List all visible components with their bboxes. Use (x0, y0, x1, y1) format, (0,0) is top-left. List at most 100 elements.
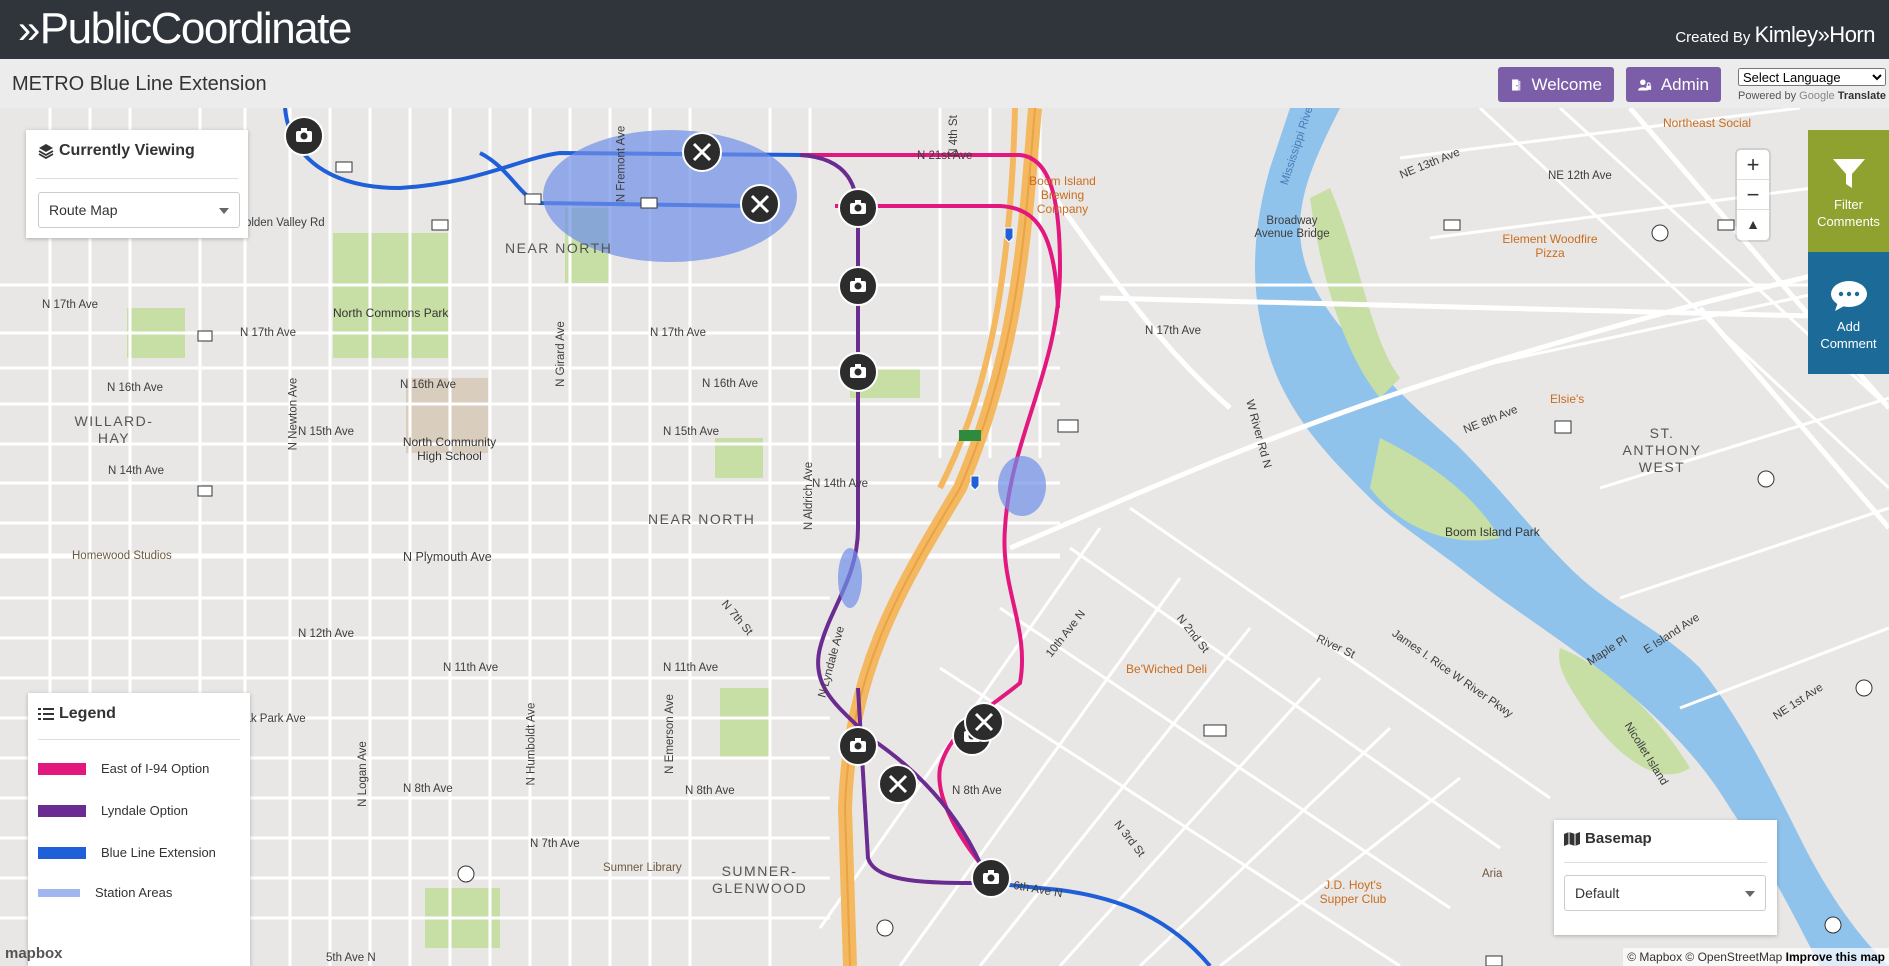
tools-marker (682, 132, 722, 172)
area-label: NEAR NORTH (505, 240, 613, 256)
list-icon (38, 708, 54, 720)
street-label: N 14th Ave (812, 478, 869, 490)
poi-label: Elsie's (1550, 392, 1585, 406)
street-label: N 11th Ave (443, 662, 499, 674)
legend-item-lyndale: Lyndale Option (38, 803, 188, 818)
language-selector: Select Language Powered by Google Transl… (1738, 68, 1886, 102)
street-label: N Aldrich Ave (803, 461, 816, 531)
tools-marker (964, 702, 1004, 742)
street-label: N Newton Ave (287, 377, 300, 451)
poi-label: Sumner Library (603, 862, 682, 874)
street-label: 5th Ave N (326, 952, 376, 964)
tools-marker (740, 184, 780, 224)
camera-marker (838, 188, 878, 228)
street-label: N 15th Ave (298, 426, 355, 438)
public-coordinate-logo[interactable]: »PublicCoordinate (18, 4, 352, 54)
street-label: N 17th Ave (240, 327, 297, 339)
street-label: N Girard Ave (554, 321, 567, 387)
route-map[interactable]: NEAR NORTH WILLARD-HAY NEAR NORTH SUMNER… (0, 108, 1889, 966)
page-title: METRO Blue Line Extension (12, 73, 267, 95)
poi-label: Element Woodfire Pizza (1502, 232, 1598, 260)
street-label: N 12th Ave (298, 628, 355, 640)
admin-button[interactable]: Admin (1626, 67, 1721, 102)
street-label: N 11th Ave (663, 662, 719, 674)
legend-panel: Legend East of I-94 Option Lyndale Optio… (28, 693, 250, 966)
tools-marker (878, 764, 918, 804)
camera-marker (971, 858, 1011, 898)
poi-label: Boom Island Brewing Company (1029, 174, 1096, 216)
camera-marker (838, 352, 878, 392)
camera-marker (838, 726, 878, 766)
camera-marker (838, 266, 878, 306)
camera-marker (284, 116, 324, 156)
comment-icon (1830, 281, 1867, 311)
street-label: N 16th Ave (400, 379, 457, 391)
street-label: N 7th Ave (530, 838, 580, 850)
zoom-controls: + − ▲ (1737, 150, 1769, 240)
north-commons-park (333, 233, 448, 358)
mapbox-logo[interactable]: mapbox (5, 945, 63, 962)
legend-item-east-of-i94: East of I-94 Option (38, 761, 209, 776)
legend-title: Legend (38, 705, 116, 723)
area-label: SUMNER-GLENWOOD (712, 863, 808, 896)
street-label: N Logan Ave (356, 741, 369, 807)
filter-comments-button[interactable]: Filter Comments (1808, 130, 1889, 252)
basemap-panel: Basemap Default (1554, 820, 1777, 935)
user-lock-icon (1638, 78, 1652, 91)
street-label: Golden Valley Rd (236, 217, 325, 229)
layers-icon (38, 144, 54, 159)
compass-button[interactable]: ▲ (1737, 210, 1769, 239)
map-attribution: © Mapbox © OpenStreetMap Improve this ma… (1623, 948, 1889, 966)
area-label: NEAR NORTH (648, 511, 756, 527)
improve-map-link[interactable]: Improve this map (1786, 950, 1885, 964)
street-label: N 17th Ave (650, 327, 707, 339)
area-label: ST. ANTHONY WEST (1622, 425, 1702, 475)
welcome-button[interactable]: Welcome (1498, 67, 1614, 102)
street-label: N Fremont Ave (615, 125, 628, 203)
legend-swatch (38, 846, 86, 859)
street-label: NE 12th Ave (1548, 170, 1612, 182)
language-select[interactable]: Select Language (1738, 68, 1886, 86)
street-label: N Humboldt Ave (525, 702, 538, 786)
street-label: N 4th St (947, 115, 960, 157)
park-label: North Community High School (402, 435, 497, 463)
view-select[interactable]: Route Map (38, 192, 240, 228)
chevron-down-icon (219, 208, 229, 214)
street-label: N 16th Ave (702, 378, 759, 390)
station-area-lyndale (838, 548, 862, 608)
project-header: METRO Blue Line Extension Welcome Admin … (0, 59, 1889, 109)
street-label: N 14th Ave (108, 465, 165, 477)
street-label: N 15th Ave (663, 426, 720, 438)
zoom-out-button[interactable]: − (1737, 180, 1769, 210)
created-by-credit: Created By Kimley»Horn (1675, 22, 1875, 47)
street-label: N 16th Ave (107, 382, 164, 394)
poi-label: Aria (1482, 868, 1503, 880)
downtown-grid (818, 506, 1551, 966)
zoom-in-button[interactable]: + (1737, 150, 1769, 180)
powered-by-google: Powered by Google Translate (1738, 90, 1887, 102)
park-label: North Commons Park (333, 306, 449, 320)
map-icon (1564, 831, 1580, 846)
street-label: N 17th Ave (42, 299, 99, 311)
basemap-select[interactable]: Default (1564, 875, 1766, 911)
currently-viewing-title: Currently Viewing (38, 142, 195, 160)
legend-item-station-areas: Station Areas (38, 885, 172, 900)
legend-swatch (38, 762, 86, 775)
poi-label: J.D. Hoyt's Supper Club (1319, 878, 1387, 906)
street-label: N 8th Ave (403, 783, 453, 795)
add-comment-button[interactable]: Add Comment (1808, 252, 1889, 374)
small-park-6 (720, 688, 770, 758)
street-label: N 17th Ave (1145, 325, 1202, 337)
top-bar: »PublicCoordinate Created By Kimley»Horn (0, 0, 1889, 59)
street-label: Broadway Avenue Bridge (1254, 215, 1330, 240)
poi-label: Be'Wiched Deli (1126, 662, 1207, 676)
currently-viewing-panel: Currently Viewing Route Map (26, 130, 248, 238)
area-label: WILLARD-HAY (74, 413, 154, 446)
poi-label: Northeast Social (1663, 116, 1752, 130)
street-label: N Emerson Ave (663, 694, 676, 774)
street-label: N 8th Ave (952, 785, 1002, 797)
chevron-down-icon (1745, 891, 1755, 897)
door-icon (1512, 78, 1521, 91)
street-label: N Plymouth Ave (403, 550, 492, 564)
legend-item-blue-line: Blue Line Extension (38, 845, 216, 860)
